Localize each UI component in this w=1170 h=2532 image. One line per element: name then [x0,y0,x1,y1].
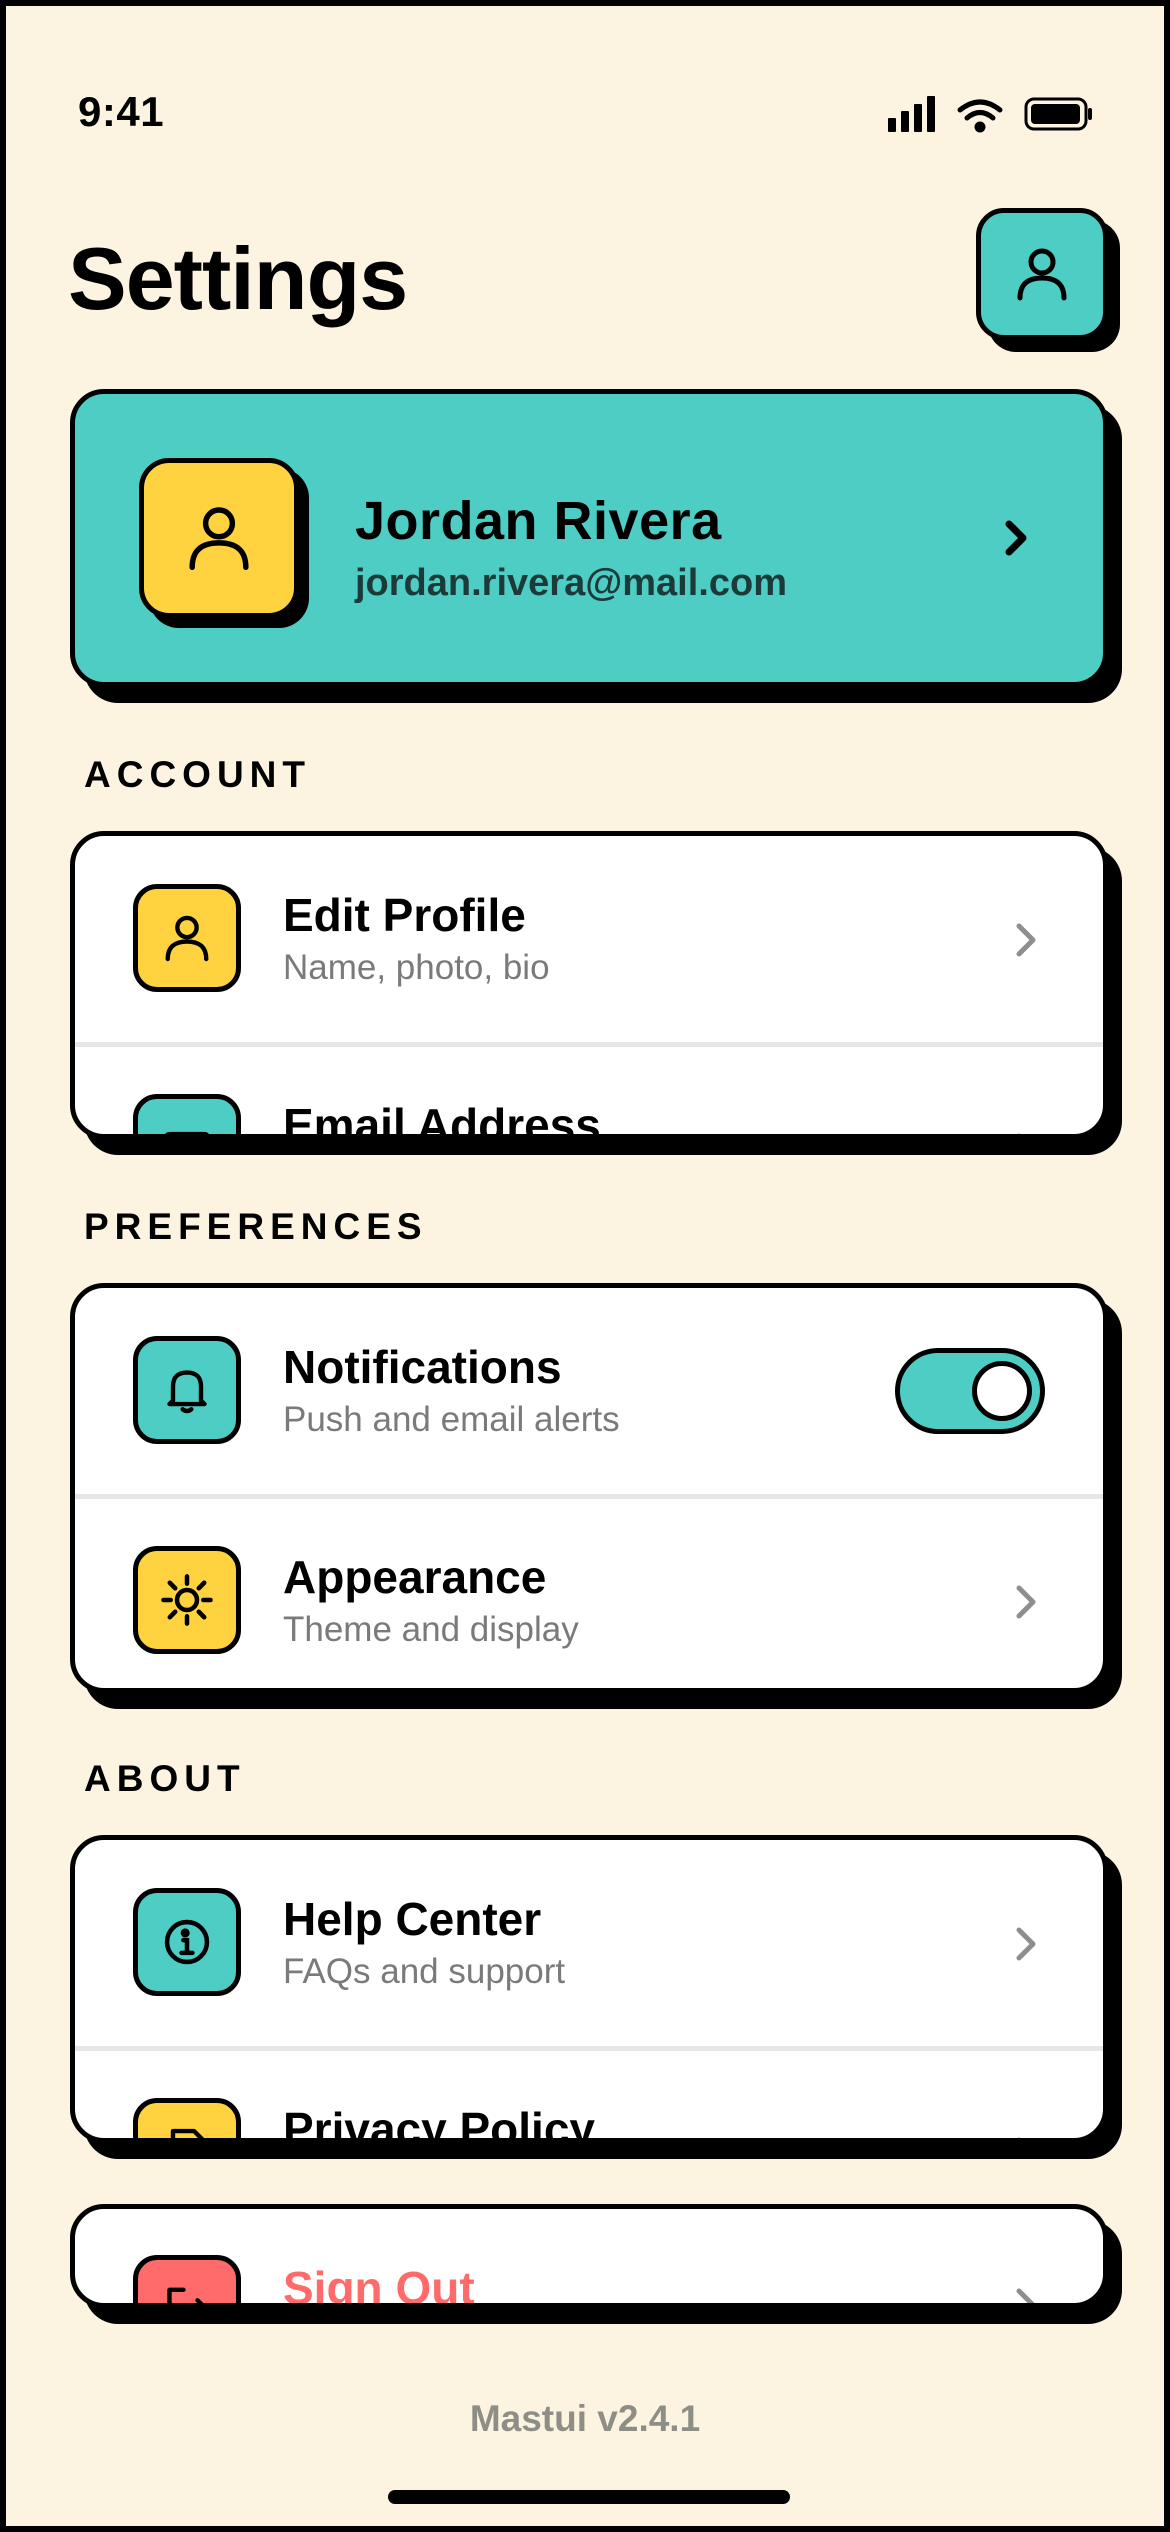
help-icon-tile [133,1888,241,1996]
profile-name: Jordan Rivera [355,491,722,551]
avatar [139,458,299,618]
info-icon [164,1919,210,1965]
list-item-subtitle: Theme and display [283,1610,579,1649]
list-item-title: Appearance [283,1551,547,1603]
email-icon-tile [133,1094,241,1134]
person-icon [165,915,209,962]
chevron-right-icon [1016,923,1036,957]
sign-out-icon-tile [133,2255,241,2303]
wifi-icon [957,99,1003,133]
person-icon [1017,248,1067,301]
list-item-subtitle: Push and email alerts [283,1400,620,1439]
sign-out-icon [167,2287,204,2303]
list-item-edit-profile[interactable]: Edit Profile Name, photo, bio [75,836,1103,1046]
battery-icon [1024,97,1092,131]
signal-icon [888,96,935,132]
home-indicator[interactable] [388,2490,790,2504]
list-item-title: Privacy Policy [283,2103,595,2143]
list-item-title: Sign Out [283,2262,475,2308]
list-item-appearance[interactable]: Appearance Theme and display [75,1498,1103,1688]
about-card: Help Center FAQs and support Privacy Pol… [70,1835,1108,2143]
page-title: Settings [68,229,408,328]
chevron-right-icon [1005,520,1027,556]
profile-button[interactable] [976,208,1108,340]
sign-out-card: Sign Out [70,2204,1108,2308]
chevron-right-icon [1016,1585,1036,1619]
preferences-card: Notifications Push and email alerts Appe… [70,1283,1108,1693]
profile-email: jordan.rivera@mail.com [355,562,787,604]
list-item-help-center[interactable]: Help Center FAQs and support [75,1840,1103,2050]
person-icon [189,507,249,570]
notifications-toggle[interactable] [895,1348,1045,1434]
bell-icon [167,1370,207,1414]
section-label-about: ABOUT [84,1758,246,1799]
list-item-subtitle: Name, photo, bio [283,948,550,987]
notifications-icon-tile [133,1336,241,1444]
chevron-right-icon [1016,2288,1035,2303]
list-item-title: Edit Profile [283,889,526,941]
chevron-right-icon [1017,1133,1021,1134]
section-label-preferences: PREFERENCES [84,1206,428,1247]
list-item-notifications: Notifications Push and email alerts [75,1288,1103,1498]
list-item-subtitle: FAQs and support [283,1952,566,1991]
toggle-knob [972,1361,1032,1421]
chevron-right-icon [1017,2137,1021,2138]
account-card: Edit Profile Name, photo, bio Email Addr… [70,831,1108,1139]
privacy-icon-tile [133,2098,241,2138]
list-item-title: Email Address [283,1099,601,1139]
document-icon [170,2128,205,2138]
status-icons [888,96,1092,133]
status-time: 9:41 [78,88,165,135]
mail-icon [165,1131,209,1134]
list-item-title: Notifications [283,1341,562,1393]
appearance-icon-tile [133,1546,241,1654]
list-item-email-address[interactable]: Email Address [75,1046,1103,1139]
edit-profile-icon-tile [133,884,241,992]
list-item-title: Help Center [283,1893,542,1945]
sun-icon [161,1574,213,1626]
chevron-right-icon [1016,1927,1036,1961]
section-label-account: ACCOUNT [84,754,311,795]
list-item-sign-out[interactable]: Sign Out [75,2209,1103,2308]
list-item-privacy-policy[interactable]: Privacy Policy [75,2050,1103,2143]
app-version: Mastui v2.4.1 [469,2398,701,2439]
profile-card[interactable]: Jordan Rivera jordan.rivera@mail.com [70,389,1108,687]
